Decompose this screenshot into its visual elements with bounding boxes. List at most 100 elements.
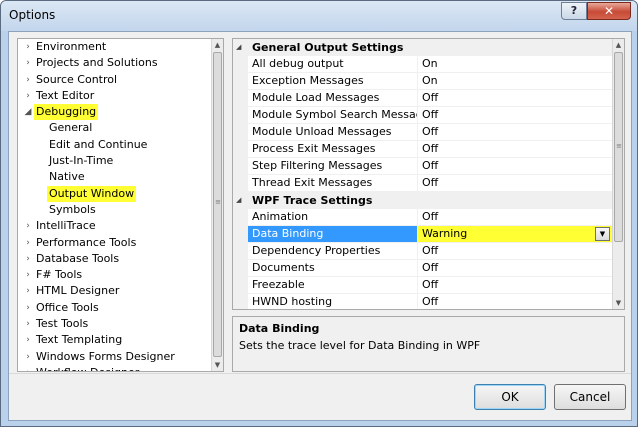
property-row[interactable]: Thread Exit Messages Off xyxy=(233,175,612,192)
tree-item[interactable]: Symbols xyxy=(18,202,208,218)
property-row[interactable]: Freezable Off xyxy=(233,277,612,294)
tree-item[interactable]: Edit and Continue xyxy=(18,137,208,153)
tree-item[interactable]: › Performance Tools xyxy=(18,235,208,251)
property-value[interactable]: Off xyxy=(418,107,612,124)
collapsed-arrow-icon[interactable]: › xyxy=(23,55,33,71)
collapse-arrow-icon[interactable]: ◢ xyxy=(236,192,241,209)
property-row[interactable]: Module Load Messages Off xyxy=(233,90,612,107)
window-title: Options xyxy=(9,8,56,22)
property-row[interactable]: Step Filtering Messages Off xyxy=(233,158,612,175)
tree-item-label: Projects and Solutions xyxy=(36,56,158,70)
property-name: Module Load Messages xyxy=(248,90,418,107)
tree-item[interactable]: › Projects and Solutions xyxy=(18,55,208,71)
category-row[interactable]: ◢ WPF Trace Settings xyxy=(233,192,612,209)
tree-item[interactable]: › Environment xyxy=(18,39,208,55)
property-name: Data Binding xyxy=(248,226,418,243)
dropdown-arrow-icon[interactable]: ▼ xyxy=(595,227,610,241)
collapsed-arrow-icon[interactable]: › xyxy=(23,267,33,283)
collapsed-arrow-icon[interactable]: › xyxy=(23,72,33,88)
property-row[interactable]: Module Symbol Search Messages Off xyxy=(233,107,612,124)
scroll-up-icon[interactable]: ▲ xyxy=(212,39,223,51)
property-row[interactable]: HWND hosting Off xyxy=(233,294,612,309)
help-button[interactable]: ? xyxy=(561,2,587,20)
property-value[interactable]: Off xyxy=(418,141,612,158)
grid-scrollbar[interactable]: ▲ ≡ ▼ xyxy=(612,39,624,309)
property-value[interactable]: Off xyxy=(418,124,612,141)
property-value[interactable]: Warning ▼ xyxy=(418,226,612,243)
property-row[interactable]: Dependency Properties Off xyxy=(233,243,612,260)
scroll-down-icon[interactable]: ▼ xyxy=(212,359,223,371)
tree-item-label: Test Tools xyxy=(36,317,89,331)
tree-item[interactable]: › IntelliTrace xyxy=(18,218,208,234)
ok-button[interactable]: OK xyxy=(474,384,546,410)
tree-item[interactable]: General xyxy=(18,120,208,136)
tree-item-label: Windows Forms Designer xyxy=(36,349,175,363)
title-bar[interactable]: Options ? ✕ xyxy=(1,1,637,31)
collapsed-arrow-icon[interactable]: › xyxy=(23,349,33,365)
collapsed-arrow-icon[interactable]: › xyxy=(23,332,33,348)
tree-item[interactable]: ◢ Debugging xyxy=(18,104,208,121)
tree-item[interactable]: Output Window xyxy=(18,185,208,202)
tree-item[interactable]: › HTML Designer xyxy=(18,283,208,299)
property-value[interactable]: Off xyxy=(418,90,612,107)
property-value-text: Off xyxy=(422,278,439,291)
collapsed-arrow-icon[interactable]: › xyxy=(23,300,33,316)
property-row[interactable]: Module Unload Messages Off xyxy=(233,124,612,141)
property-name: Documents xyxy=(248,260,418,277)
property-value[interactable]: Off xyxy=(418,175,612,192)
expanded-arrow-icon[interactable]: ◢ xyxy=(23,104,33,120)
tree-item-label: F# Tools xyxy=(36,268,83,282)
tree-item[interactable]: › Office Tools xyxy=(18,300,208,316)
property-row[interactable]: Process Exit Messages Off xyxy=(233,141,612,158)
description-text: Sets the trace level for Data Binding in… xyxy=(239,339,481,352)
property-row[interactable]: Animation Off xyxy=(233,209,612,226)
tree-item[interactable]: › Database Tools xyxy=(18,251,208,267)
property-value[interactable]: On xyxy=(418,73,612,90)
tree-item[interactable]: Native xyxy=(18,169,208,185)
scroll-thumb[interactable]: ≡ xyxy=(614,52,623,242)
collapse-arrow-icon[interactable]: ◢ xyxy=(236,39,241,56)
property-value[interactable]: Off xyxy=(418,158,612,175)
tree-scrollbar[interactable]: ▲ ≡ ▼ xyxy=(211,39,223,371)
collapsed-arrow-icon[interactable]: › xyxy=(23,316,33,332)
collapsed-arrow-icon[interactable]: › xyxy=(23,251,33,267)
category-row[interactable]: ◢ General Output Settings xyxy=(233,39,612,56)
tree-item[interactable]: › Source Control xyxy=(18,72,208,88)
property-row[interactable]: Data Binding Warning ▼ xyxy=(233,226,612,243)
tree-item[interactable]: ›Workflow Designer xyxy=(18,365,208,371)
property-value[interactable]: Off xyxy=(418,277,612,294)
tree-item[interactable]: › Test Tools xyxy=(18,316,208,332)
scroll-up-icon[interactable]: ▲ xyxy=(613,39,624,51)
property-value-text: Off xyxy=(422,244,439,257)
property-value[interactable]: On xyxy=(418,56,612,73)
tree-item[interactable]: › Text Editor xyxy=(18,88,208,104)
tree-item[interactable]: › F# Tools xyxy=(18,267,208,283)
collapsed-arrow-icon[interactable]: › xyxy=(23,88,33,104)
close-button[interactable]: ✕ xyxy=(587,2,631,20)
property-row[interactable]: Exception Messages On xyxy=(233,73,612,90)
property-value-text: On xyxy=(422,57,438,70)
property-row[interactable]: All debug output On xyxy=(233,56,612,73)
property-value[interactable]: Off xyxy=(418,294,612,309)
tree-item[interactable]: › Windows Forms Designer xyxy=(18,349,208,365)
tree-item-label: Office Tools xyxy=(36,300,99,314)
scroll-thumb[interactable]: ≡ xyxy=(213,52,222,357)
options-tree: › Environment › Projects and Solutions › Sour… xyxy=(17,38,224,372)
collapsed-arrow-icon[interactable]: › xyxy=(23,235,33,251)
property-value-text: Off xyxy=(422,295,439,308)
collapsed-arrow-icon[interactable]: › xyxy=(23,218,33,234)
property-value[interactable]: Off xyxy=(418,260,612,277)
grip-icon: ≡ xyxy=(616,142,622,150)
cancel-button[interactable]: Cancel xyxy=(554,384,626,410)
property-name: Module Symbol Search Messages xyxy=(248,107,418,124)
collapsed-arrow-icon[interactable]: › xyxy=(23,283,33,299)
tree-item[interactable]: › Text Templating xyxy=(18,332,208,348)
property-value[interactable]: Off xyxy=(418,209,612,226)
property-value[interactable]: Off xyxy=(418,243,612,260)
scroll-down-icon[interactable]: ▼ xyxy=(613,297,624,309)
collapsed-arrow-icon[interactable]: › xyxy=(23,39,33,55)
tree-item-label: Symbols xyxy=(49,202,96,216)
property-row[interactable]: Documents Off xyxy=(233,260,612,277)
tree-item[interactable]: Just-In-Time xyxy=(18,153,208,169)
collapsed-arrow-icon[interactable]: › xyxy=(23,365,33,371)
